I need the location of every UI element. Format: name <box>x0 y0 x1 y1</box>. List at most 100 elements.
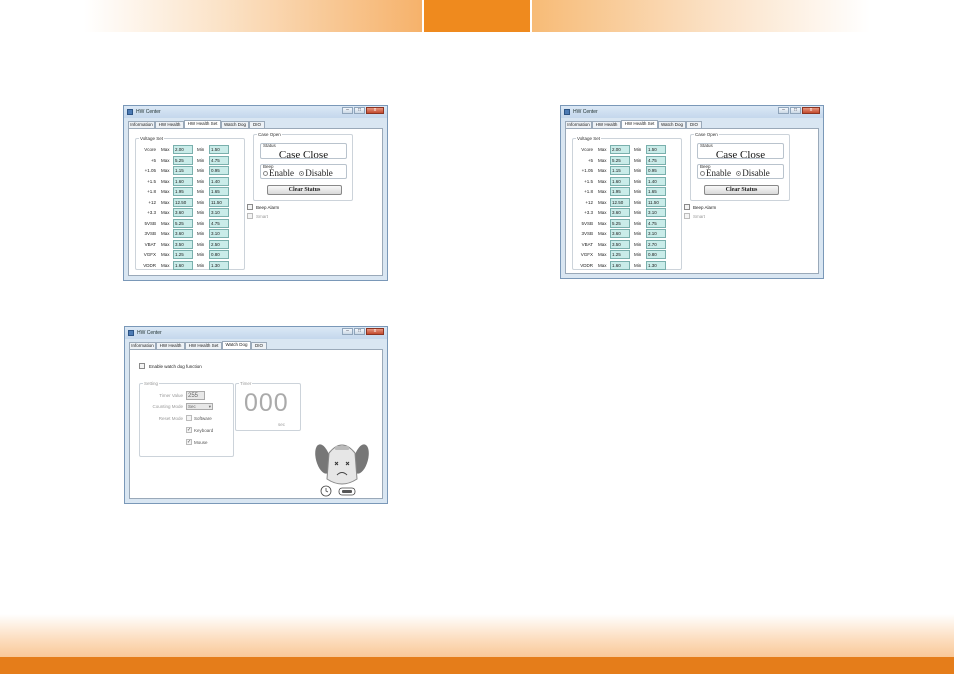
min-input[interactable]: 1.65 <box>209 187 229 196</box>
max-input[interactable]: 2.00 <box>610 145 630 154</box>
disable-radio[interactable] <box>736 171 742 177</box>
tab-hw-health-set[interactable]: HW Health Set <box>185 342 222 349</box>
min-input[interactable]: 1.30 <box>646 260 666 270</box>
enable-radio[interactable] <box>263 171 268 177</box>
minimize-icon[interactable]: – <box>342 328 353 335</box>
mouse-checkbox[interactable]: ✓ <box>186 439 192 445</box>
min-input[interactable]: 4.75 <box>646 155 666 165</box>
min-input[interactable]: 11.50 <box>209 197 229 207</box>
min-input[interactable]: 1.40 <box>646 176 666 186</box>
tab-content: Voltage Set Vcore Max 2.00 Min 1.50 +5 Max 5.25… <box>565 128 819 274</box>
min-input[interactable]: 2.50 <box>209 239 229 249</box>
min-input[interactable]: 0.80 <box>209 250 229 259</box>
max-input[interactable]: 5.25 <box>610 218 630 228</box>
case-open-group: Case Open Status Case Close Beep Enable … <box>253 132 353 201</box>
min-label: Min <box>197 168 205 173</box>
max-input[interactable]: 5.25 <box>173 155 193 165</box>
max-input[interactable]: 1.15 <box>173 166 193 175</box>
maximize-icon[interactable]: □ <box>354 107 365 114</box>
max-input[interactable]: 3.60 <box>610 229 630 238</box>
enable-radio[interactable] <box>700 171 705 177</box>
max-input[interactable]: 12.50 <box>173 197 193 207</box>
min-input[interactable]: 2.70 <box>646 239 666 249</box>
min-input[interactable]: 1.50 <box>209 145 229 154</box>
disable-radio[interactable] <box>299 171 305 177</box>
max-input[interactable]: 1.60 <box>610 176 630 186</box>
max-input[interactable]: 3.60 <box>610 208 630 217</box>
maximize-icon[interactable]: □ <box>354 328 365 335</box>
title-bar[interactable]: HW Center – □ x <box>125 327 387 339</box>
maximize-icon[interactable]: □ <box>790 107 801 114</box>
max-label: Max <box>598 147 607 152</box>
voltage-name: +1.5 <box>147 178 156 184</box>
tab-information[interactable]: Information <box>128 121 155 128</box>
status-value: Case Close <box>278 149 329 161</box>
min-input[interactable]: 4.75 <box>646 218 666 228</box>
tab-dio[interactable]: DIO <box>249 121 265 128</box>
keyboard-checkbox[interactable]: ✓ <box>186 427 192 433</box>
max-input[interactable]: 1.25 <box>173 250 193 259</box>
max-input[interactable]: 1.60 <box>173 260 193 270</box>
tab-dio[interactable]: DIO <box>686 121 702 128</box>
min-input[interactable]: 0.80 <box>646 250 666 259</box>
close-icon[interactable]: x <box>366 328 384 335</box>
title-bar[interactable]: HW Center – □ x <box>561 106 823 118</box>
counting-mode-label: Counting Mode <box>152 404 183 409</box>
clear-status-button[interactable]: Clear Status <box>267 185 342 195</box>
max-input[interactable]: 1.95 <box>610 187 630 196</box>
smart-checkbox[interactable] <box>684 213 690 219</box>
tab-hw-health[interactable]: HW Health <box>156 342 185 349</box>
min-input[interactable]: 3.10 <box>646 208 666 217</box>
clear-status-button[interactable]: Clear Status <box>704 185 779 195</box>
tab-watch-dog[interactable]: Watch Dog <box>221 121 249 128</box>
timer-value-input[interactable]: 255 <box>186 391 205 400</box>
min-input[interactable]: 1.50 <box>646 145 666 154</box>
minimize-icon[interactable]: – <box>778 107 789 114</box>
tab-hw-health[interactable]: HW Health <box>592 121 621 128</box>
max-input[interactable]: 3.60 <box>173 229 193 238</box>
max-input[interactable]: 1.95 <box>173 187 193 196</box>
max-input[interactable]: 1.60 <box>610 260 630 270</box>
voltage-row: VBAT Max 3.50 Min 2.70 <box>573 239 681 250</box>
close-icon[interactable]: x <box>366 107 384 114</box>
tab-hw-health-set[interactable]: HW Health Set <box>621 120 658 128</box>
min-input[interactable]: 3.10 <box>209 208 229 217</box>
tab-watch-dog[interactable]: Watch Dog <box>222 341 251 349</box>
min-input[interactable]: 0.95 <box>646 166 666 175</box>
enable-watchdog-checkbox[interactable] <box>139 363 145 369</box>
tab-information[interactable]: Information <box>129 342 156 349</box>
smart-checkbox[interactable] <box>247 213 253 219</box>
max-input[interactable]: 5.25 <box>173 218 193 228</box>
max-input[interactable]: 1.25 <box>610 250 630 259</box>
tab-watch-dog[interactable]: Watch Dog <box>658 121 686 128</box>
minimize-icon[interactable]: – <box>342 107 353 114</box>
min-input[interactable]: 11.50 <box>646 197 666 207</box>
max-input[interactable]: 1.15 <box>610 166 630 175</box>
max-input[interactable]: 3.50 <box>173 239 193 249</box>
max-input[interactable]: 2.00 <box>173 145 193 154</box>
min-input[interactable]: 4.75 <box>209 155 229 165</box>
beep-alarm-checkbox[interactable] <box>684 204 690 210</box>
min-input[interactable]: 0.95 <box>209 166 229 175</box>
software-checkbox[interactable] <box>186 415 192 421</box>
min-input[interactable]: 1.30 <box>209 260 229 270</box>
min-input[interactable]: 3.10 <box>209 229 229 238</box>
max-input[interactable]: 12.50 <box>610 197 630 207</box>
min-input[interactable]: 3.10 <box>646 229 666 238</box>
title-bar[interactable]: HW Center – □ x <box>124 106 387 118</box>
tab-dio[interactable]: DIO <box>251 342 267 349</box>
max-input[interactable]: 3.60 <box>173 208 193 217</box>
min-input[interactable]: 1.40 <box>209 176 229 186</box>
tab-hw-health-set[interactable]: HW Health Set <box>184 120 221 128</box>
tab-content: Voltage Set Vcore Max 2.00 Min 1.50 +5 Max 5.25… <box>128 128 383 276</box>
tab-hw-health[interactable]: HW Health <box>155 121 184 128</box>
tab-information[interactable]: Information <box>565 121 592 128</box>
min-input[interactable]: 4.75 <box>209 218 229 228</box>
close-icon[interactable]: x <box>802 107 820 114</box>
max-input[interactable]: 3.50 <box>610 239 630 249</box>
counting-mode-select[interactable]: Sec ▾ <box>186 403 213 410</box>
max-input[interactable]: 1.60 <box>173 176 193 186</box>
beep-alarm-checkbox[interactable] <box>247 204 253 210</box>
max-input[interactable]: 5.25 <box>610 155 630 165</box>
min-input[interactable]: 1.65 <box>646 187 666 196</box>
